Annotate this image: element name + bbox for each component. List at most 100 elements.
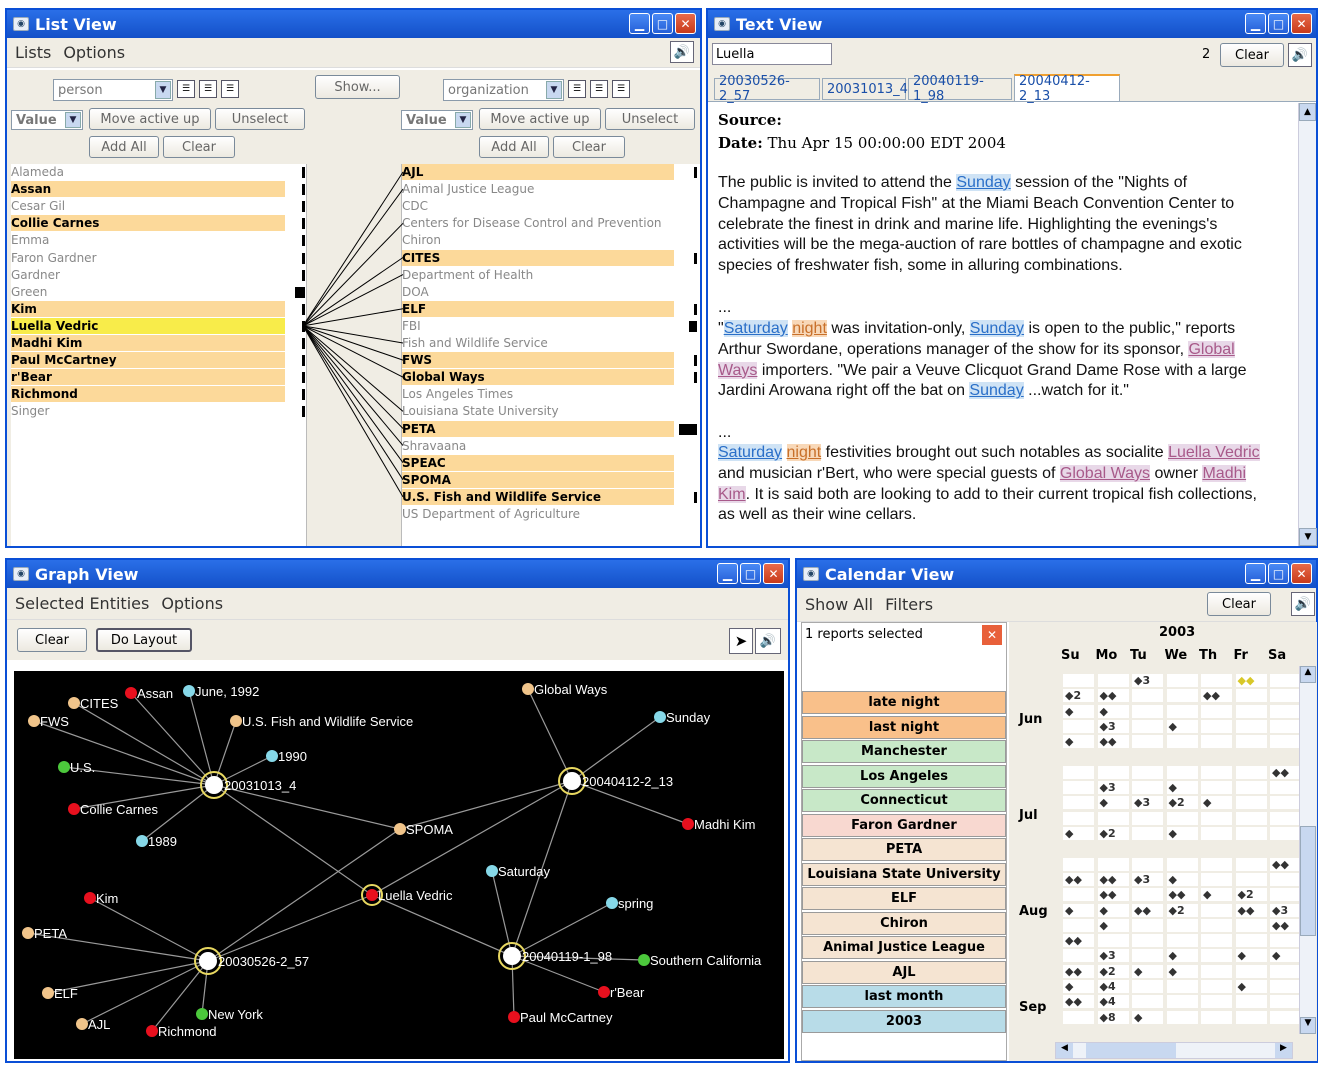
calendar-day[interactable]: ◆ bbox=[1097, 704, 1129, 718]
menu-options[interactable]: Options bbox=[161, 594, 223, 613]
scroll-thumb[interactable] bbox=[1086, 1043, 1176, 1058]
calendar-day[interactable] bbox=[1270, 689, 1301, 703]
calendar-day[interactable]: ◆3 bbox=[1097, 781, 1129, 795]
calendar-day[interactable]: ◆3 bbox=[1097, 949, 1129, 963]
maximize-icon[interactable]: □ bbox=[740, 563, 761, 584]
calendar-day[interactable]: ◆ bbox=[1166, 949, 1198, 963]
text-scrollbar[interactable]: ▲ ▼ bbox=[1298, 103, 1317, 546]
calendar-day[interactable]: ◆ bbox=[1166, 719, 1198, 733]
calendar-day[interactable] bbox=[1201, 995, 1232, 1009]
calendar-day[interactable]: ◆◆ bbox=[1063, 872, 1094, 886]
clear-button[interactable]: Clear bbox=[1220, 43, 1284, 67]
menu-options[interactable]: Options bbox=[63, 43, 125, 62]
calendar-day[interactable]: ◆ bbox=[1166, 964, 1198, 978]
calendar-day[interactable] bbox=[1132, 827, 1163, 840]
calendar-day[interactable] bbox=[1270, 704, 1301, 718]
filter-item[interactable]: ELF bbox=[802, 887, 1006, 910]
graph-node-u-s-fish-and-wildlife-service[interactable]: U.S. Fish and Wildlife Service bbox=[230, 714, 413, 729]
calendar-scrollbar[interactable]: ▲ ▼ bbox=[1299, 666, 1316, 1034]
graph-node-spring[interactable]: spring bbox=[606, 896, 653, 911]
tab-20040412-2_13[interactable]: 20040412-2_13 bbox=[1014, 74, 1120, 104]
filter-item[interactable]: Louisiana State University bbox=[802, 862, 1006, 886]
calendar-day[interactable]: ◆◆ bbox=[1097, 888, 1129, 902]
filter-item[interactable]: Faron Gardner bbox=[802, 813, 1006, 837]
calendar-day[interactable] bbox=[1235, 918, 1267, 932]
calendar-day[interactable] bbox=[1166, 1010, 1198, 1024]
menu-filters[interactable]: Filters bbox=[885, 595, 933, 614]
calendar-day[interactable] bbox=[1235, 827, 1267, 840]
speaker-icon[interactable]: 🔊 bbox=[1288, 43, 1312, 67]
filter-item[interactable]: last month bbox=[802, 985, 1006, 1008]
graph-node-madhi-kim[interactable]: Madhi Kim bbox=[682, 817, 755, 832]
filter-item[interactable]: last night bbox=[802, 715, 1006, 739]
calendar-day[interactable] bbox=[1166, 704, 1198, 718]
calendar-day[interactable] bbox=[1063, 918, 1094, 932]
speaker-icon[interactable]: 🔊 bbox=[670, 41, 694, 63]
calendar-day[interactable] bbox=[1201, 964, 1232, 978]
entity-highlight[interactable]: Sunday bbox=[969, 320, 1025, 337]
calendar-day[interactable] bbox=[1063, 1010, 1094, 1024]
calendar-day[interactable] bbox=[1235, 811, 1267, 825]
calendar-day[interactable]: ◆4 bbox=[1097, 995, 1129, 1009]
close-icon[interactable]: ✕ bbox=[763, 563, 784, 584]
calendar-day[interactable] bbox=[1132, 704, 1163, 718]
calendar-day[interactable] bbox=[1097, 934, 1129, 948]
scroll-down-icon[interactable]: ▼ bbox=[1300, 1017, 1316, 1034]
calendar-day[interactable]: ◆2 bbox=[1166, 796, 1198, 810]
calendar-day[interactable]: ◆◆ bbox=[1097, 689, 1129, 703]
entity-highlight[interactable]: Global Ways bbox=[1059, 464, 1150, 482]
calendar-day[interactable] bbox=[1166, 811, 1198, 825]
graph-node-sunday[interactable]: Sunday bbox=[654, 710, 711, 725]
calendar-day[interactable]: ◆2 bbox=[1166, 903, 1198, 917]
calendar-day[interactable]: ◆◆ bbox=[1166, 888, 1198, 902]
minimize-icon[interactable]: ▁ bbox=[1245, 13, 1266, 34]
calendar-day[interactable] bbox=[1270, 980, 1301, 993]
tab-20040119-1_98[interactable]: 20040119-1_98 bbox=[908, 74, 1012, 104]
calendar-day[interactable] bbox=[1063, 674, 1094, 687]
calendar-day[interactable]: ◆ bbox=[1201, 888, 1232, 902]
entity-highlight[interactable]: Saturday bbox=[718, 444, 783, 461]
graph-node-20040119-1-98[interactable]: 20040119-1_98 bbox=[498, 942, 612, 970]
calendar-day[interactable] bbox=[1270, 719, 1301, 733]
calendar-day[interactable] bbox=[1235, 689, 1267, 703]
calendar-day[interactable] bbox=[1201, 765, 1232, 779]
calendar-day[interactable]: ◆ bbox=[1166, 872, 1198, 886]
filter-item[interactable]: late night bbox=[802, 691, 1006, 714]
calendar-day[interactable] bbox=[1132, 857, 1163, 871]
calendar-day[interactable] bbox=[1201, 857, 1232, 871]
calendar-day[interactable] bbox=[1201, 704, 1232, 718]
calendar-day[interactable] bbox=[1270, 934, 1301, 948]
tab-20030526-2_57[interactable]: 20030526-2_57 bbox=[714, 74, 820, 104]
graph-node-saturday[interactable]: Saturday bbox=[486, 864, 551, 879]
filter-item[interactable]: PETA bbox=[802, 838, 1006, 861]
calendar-day[interactable] bbox=[1201, 949, 1232, 963]
calendar-day[interactable] bbox=[1166, 980, 1198, 993]
graph-node-collie-carnes[interactable]: Collie Carnes bbox=[68, 802, 159, 817]
calendar-day[interactable] bbox=[1270, 735, 1301, 749]
entity-graph[interactable]: CITES Assan June, 1992 FWS U.S. Fish and Wil… bbox=[14, 671, 784, 1059]
calendar-day[interactable] bbox=[1201, 735, 1232, 749]
calendar-hscrollbar[interactable]: ◀ ▶ bbox=[1055, 1042, 1293, 1059]
calendar-day[interactable]: ◆◆ bbox=[1132, 903, 1163, 917]
calendar-day[interactable] bbox=[1166, 918, 1198, 932]
calendar-day[interactable] bbox=[1235, 872, 1267, 886]
calendar-day[interactable]: ◆ bbox=[1063, 903, 1094, 917]
calendar-day[interactable]: ◆◆ bbox=[1270, 918, 1301, 932]
calendar-day[interactable] bbox=[1132, 719, 1163, 733]
calendar-day[interactable]: ◆ bbox=[1063, 980, 1094, 993]
calendar-day[interactable] bbox=[1235, 735, 1267, 749]
filter-item[interactable]: Chiron bbox=[802, 911, 1006, 935]
graph-node-cites[interactable]: CITES bbox=[68, 696, 119, 711]
graph-node-20040412-2-13[interactable]: 20040412-2_13 bbox=[558, 767, 673, 795]
calendar-day[interactable]: ◆◆ bbox=[1063, 964, 1094, 978]
calendar-day[interactable]: ◆ bbox=[1132, 1010, 1163, 1024]
calendar-day[interactable] bbox=[1235, 857, 1267, 871]
clear-selection-icon[interactable]: ✕ bbox=[982, 625, 1002, 645]
entity-highlight[interactable]: Sunday bbox=[969, 382, 1024, 400]
calendar-day[interactable]: ◆2 bbox=[1097, 827, 1129, 840]
calendar-day[interactable] bbox=[1270, 796, 1301, 810]
entity-highlight[interactable]: night bbox=[792, 320, 827, 337]
calendar-day[interactable]: ◆ bbox=[1166, 827, 1198, 840]
calendar-day[interactable]: ◆◆ bbox=[1063, 934, 1094, 948]
calendar-day[interactable]: ◆ bbox=[1063, 827, 1094, 840]
